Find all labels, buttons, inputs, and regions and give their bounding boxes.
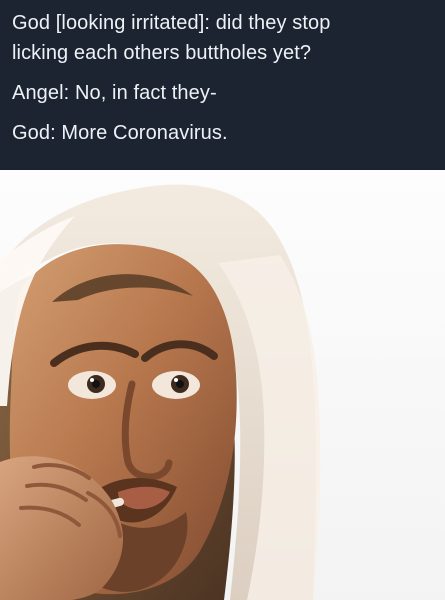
- caption-line-4: God: More Coronavirus.: [12, 122, 228, 144]
- caption-panel: God [looking irritated]: did they stop l…: [0, 0, 445, 170]
- smoking-man-portrait-icon: [0, 170, 445, 600]
- caption-line-3: Angel: No, in fact they-: [12, 82, 217, 104]
- caption-line-2: licking each others buttholes yet?: [12, 42, 312, 64]
- caption-line-1: God [looking irritated]: did they stop: [12, 12, 331, 34]
- meme-screenshot: God [looking irritated]: did they stop l…: [0, 0, 445, 600]
- portrait-photo: [0, 170, 445, 600]
